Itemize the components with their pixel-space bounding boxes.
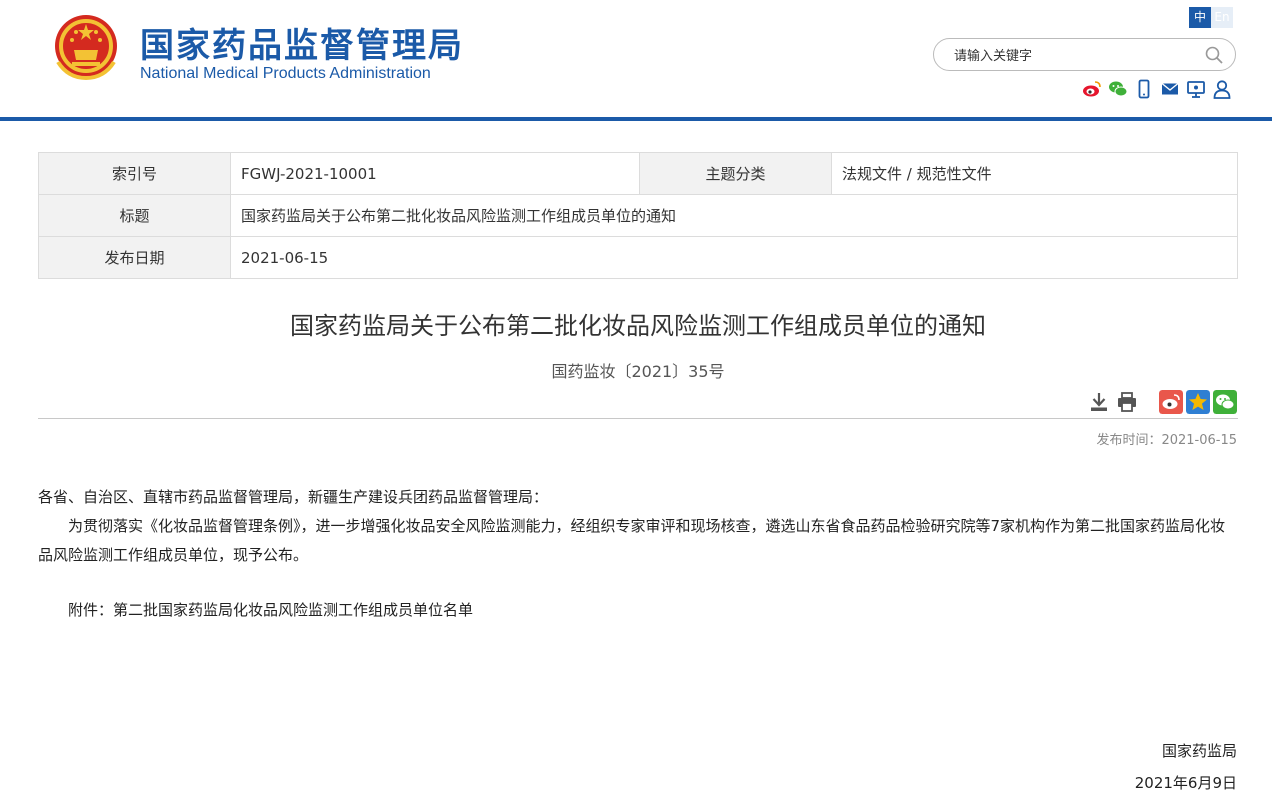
table-row: 标题 国家药监局关于公布第二批化妆品风险监测工作组成员单位的通知 bbox=[38, 194, 1238, 237]
search-input[interactable] bbox=[952, 45, 1196, 67]
mail-icon[interactable] bbox=[1160, 79, 1180, 99]
title-value: 国家药监局关于公布第二批化妆品风险监测工作组成员单位的通知 bbox=[230, 194, 1238, 237]
lang-zh-button[interactable]: 中 bbox=[1189, 7, 1211, 28]
screen-icon[interactable] bbox=[1186, 79, 1206, 99]
title-label: 标题 bbox=[38, 194, 231, 237]
title-divider bbox=[38, 418, 1238, 419]
header-divider bbox=[0, 117, 1272, 121]
wechat-icon[interactable] bbox=[1108, 79, 1128, 99]
paragraph: 为贯彻落实《化妆品监督管理条例》，进一步增强化妆品安全风险监测能力，经组织专家审… bbox=[38, 517, 1226, 564]
article-title: 国家药监局关于公布第二批化妆品风险监测工作组成员单位的通知 bbox=[290, 312, 986, 340]
document-meta-table: 索引号 FGWJ-2021-10001 主题分类 法规文件 / 规范性文件 标题… bbox=[38, 152, 1238, 279]
weibo-icon[interactable] bbox=[1082, 79, 1102, 99]
search-icon[interactable] bbox=[1205, 46, 1223, 64]
site-title[interactable]: 国家药品监督管理局 bbox=[140, 18, 464, 67]
table-row: 索引号 FGWJ-2021-10001 主题分类 法规文件 / 规范性文件 bbox=[38, 152, 1238, 195]
user-icon[interactable] bbox=[1212, 79, 1232, 99]
publish-time: 发布时间：2021-06-15 bbox=[1096, 433, 1237, 448]
site-header: 国家药品监督管理局 National Medical Products Admi… bbox=[0, 0, 1272, 118]
mobile-icon[interactable] bbox=[1134, 79, 1154, 99]
article-toolbar bbox=[1088, 390, 1237, 414]
index-label: 索引号 bbox=[38, 152, 231, 195]
language-switch: 中 En bbox=[1189, 7, 1233, 28]
signature: 国家药监局 bbox=[1161, 742, 1237, 760]
lang-en-button[interactable]: En bbox=[1211, 7, 1233, 28]
article-body: 各省、自治区、直辖市药品监督管理局，新疆生产建设兵团药品监督管理局： 为贯彻落实… bbox=[38, 483, 1238, 625]
wechat-share-icon[interactable] bbox=[1213, 390, 1237, 414]
attachment-link[interactable]: 附件：第二批国家药监局化妆品风险监测工作组成员单位名单 bbox=[38, 596, 1238, 625]
index-value: FGWJ-2021-10001 bbox=[230, 152, 640, 195]
download-icon[interactable] bbox=[1088, 391, 1110, 413]
print-icon[interactable] bbox=[1116, 391, 1138, 413]
national-emblem-logo[interactable] bbox=[52, 12, 120, 82]
top-share-bar bbox=[1082, 79, 1232, 99]
date-label: 发布日期 bbox=[38, 236, 231, 279]
date-value: 2021-06-15 bbox=[230, 236, 1238, 279]
category-label: 主题分类 bbox=[639, 152, 832, 195]
search-box bbox=[933, 38, 1236, 71]
site-subtitle: National Medical Products Administration bbox=[140, 65, 431, 82]
sign-date: 2021年6月9日 bbox=[1134, 774, 1237, 792]
qzone-share-icon[interactable] bbox=[1186, 390, 1210, 414]
document-number: 国药监妆〔2021〕35号 bbox=[551, 362, 725, 381]
category-value: 法规文件 / 规范性文件 bbox=[831, 152, 1238, 195]
table-row: 发布日期 2021-06-15 bbox=[38, 236, 1238, 279]
weibo-share-icon[interactable] bbox=[1159, 390, 1183, 414]
salutation: 各省、自治区、直辖市药品监督管理局，新疆生产建设兵团药品监督管理局： bbox=[38, 488, 549, 506]
